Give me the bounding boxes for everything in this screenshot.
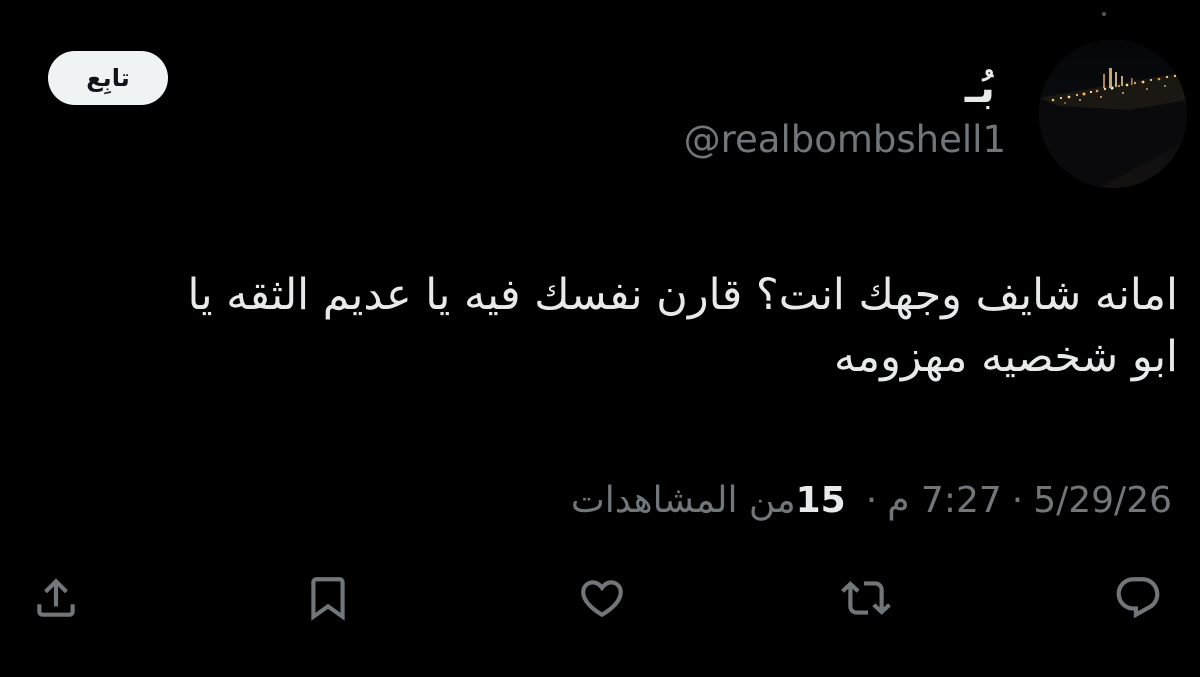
user-handle[interactable]: @realbombshell1 bbox=[684, 118, 1006, 162]
meta-separator: · bbox=[865, 479, 878, 521]
display-name[interactable]: بُـ bbox=[965, 66, 995, 110]
tweet-text-line: ابو شخصيه مهزومه bbox=[834, 332, 1178, 382]
like-icon bbox=[581, 580, 623, 618]
tweet-time[interactable]: 7:27 م bbox=[887, 480, 1002, 521]
tweet-text-line: امانه شايف وجهك انت؟ قارن نفسك فيه يا عد… bbox=[187, 270, 1178, 320]
avatar[interactable] bbox=[1039, 40, 1187, 188]
tweet-text: امانه شايف وجهك انت؟ قارن نفسك فيه يا عد… bbox=[38, 264, 1178, 388]
avatar-image bbox=[1039, 40, 1187, 188]
views-label[interactable]: من المشاهدات bbox=[571, 480, 796, 521]
share-button[interactable] bbox=[26, 568, 86, 628]
tweet-card: بُـ @realbombshell1 تابِع امانه شايف وجه… bbox=[0, 0, 1200, 677]
retweet-icon bbox=[841, 581, 891, 615]
action-bar bbox=[0, 568, 1200, 628]
like-button[interactable] bbox=[572, 568, 632, 628]
bookmark-button[interactable] bbox=[298, 568, 358, 628]
tweet-meta: 5/29/26 · 7:27 م · 15 من المشاهدات bbox=[571, 476, 1172, 524]
bookmark-icon bbox=[311, 577, 345, 621]
reply-button[interactable] bbox=[1108, 568, 1168, 628]
reply-icon bbox=[1116, 577, 1160, 619]
more-options-icon[interactable] bbox=[1098, 10, 1110, 18]
share-icon bbox=[37, 578, 75, 617]
meta-separator: · bbox=[1011, 479, 1024, 521]
views-count[interactable]: 15 bbox=[796, 480, 856, 521]
follow-button[interactable]: تابِع bbox=[48, 51, 168, 105]
retweet-button[interactable] bbox=[836, 568, 896, 628]
tweet-date[interactable]: 5/29/26 bbox=[1033, 480, 1172, 521]
